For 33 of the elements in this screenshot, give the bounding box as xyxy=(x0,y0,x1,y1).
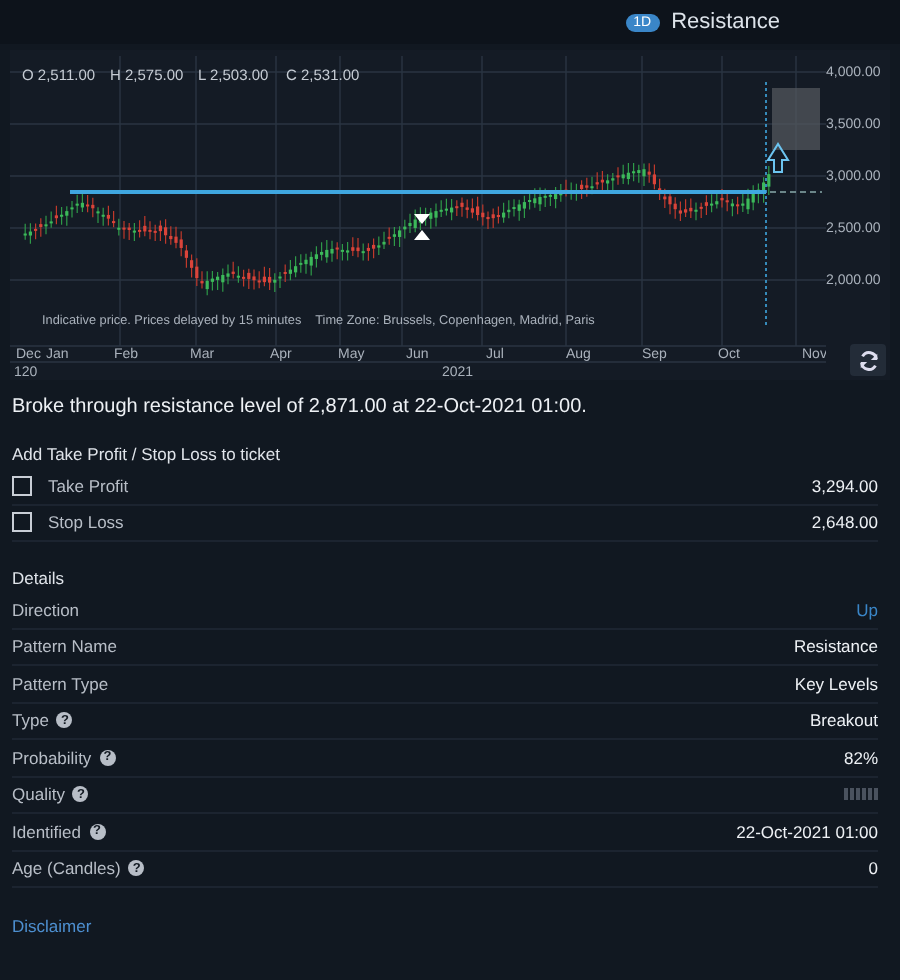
detail-label: Pattern Name xyxy=(12,636,117,657)
target-zone xyxy=(772,88,820,150)
pattern-title: Resistance xyxy=(671,10,780,34)
detail-label: Quality xyxy=(12,784,65,805)
detail-value: 82% xyxy=(843,747,878,768)
detail-value: 22-Oct-2021 01:00 xyxy=(736,821,878,842)
breakout-summary: Broke through resistance level of 2,871.00 at 22-Oct-2021 01:00. xyxy=(12,396,589,418)
disclaimer-link[interactable]: Disclaimer xyxy=(12,916,92,936)
detail-label: Type xyxy=(12,710,49,731)
direction-value: Up xyxy=(856,599,878,620)
level-dash-line xyxy=(769,191,823,193)
checkbox-label[interactable]: Stop Loss xyxy=(48,512,124,533)
hourglass-marker-icon xyxy=(414,214,430,240)
section-title: Details xyxy=(12,568,66,592)
checkbox-label[interactable]: Take Profit xyxy=(48,475,129,496)
quality-meter xyxy=(844,788,878,801)
detail-label: Probability xyxy=(12,747,92,768)
price-value: 2,648.00 xyxy=(811,512,878,533)
detail-label: Direction xyxy=(12,599,80,620)
detail-label: Identified xyxy=(12,821,81,842)
checkbox[interactable] xyxy=(12,512,32,533)
refresh-icon xyxy=(857,349,879,371)
section-title: Add Take Profit / Stop Loss to ticket xyxy=(12,444,283,468)
detail-value: 0 xyxy=(868,858,878,879)
up-arrow-icon xyxy=(766,142,790,173)
refresh-button[interactable] xyxy=(850,344,886,376)
detail-value: Breakout xyxy=(809,710,878,731)
detail-value: Key Levels xyxy=(794,673,878,694)
detail-label: Age (Candles) xyxy=(12,858,121,879)
checkbox[interactable] xyxy=(12,475,32,496)
detail-value: Resistance xyxy=(793,636,878,657)
detail-label: Pattern Type xyxy=(12,673,109,694)
price-value: 3,294.00 xyxy=(811,475,878,496)
